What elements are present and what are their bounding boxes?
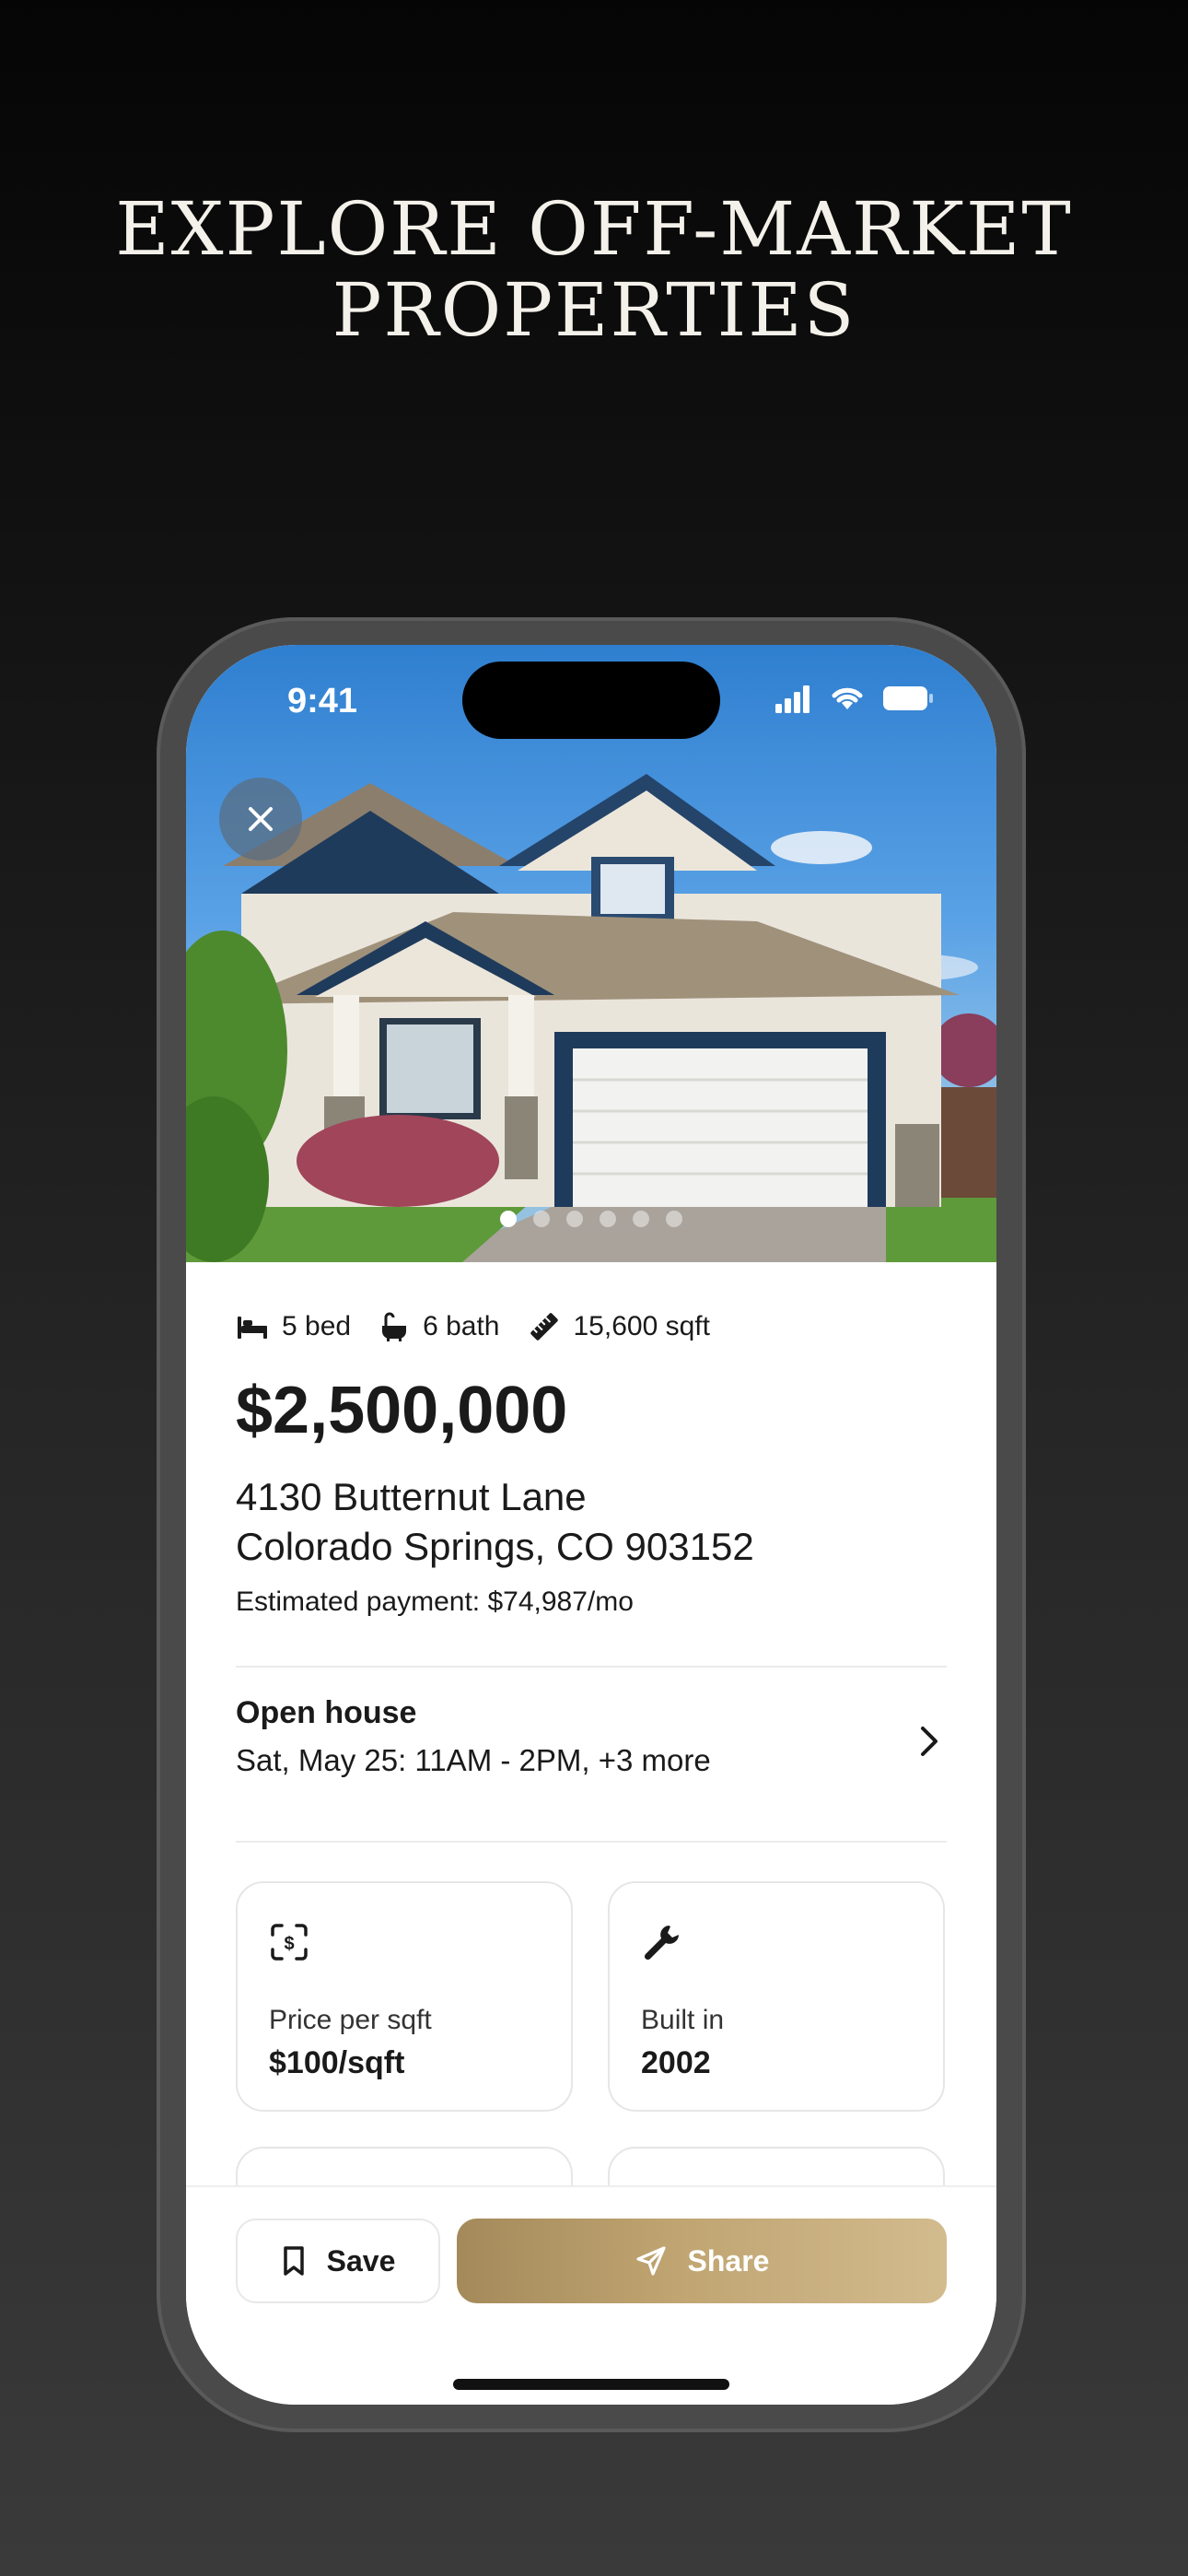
property-photo[interactable]: 9:41 xyxy=(186,645,996,1262)
divider xyxy=(236,1841,947,1843)
status-bar: 9:41 xyxy=(186,645,996,746)
share-button[interactable]: Share xyxy=(457,2219,947,2303)
pagination-dot[interactable] xyxy=(633,1211,649,1227)
fact-label: Price per sqft xyxy=(269,2005,432,2035)
fact-card-price-per-sqft: $ Price per sqft $100/sqft xyxy=(236,1881,573,2112)
divider xyxy=(236,1666,947,1668)
marketing-headline: EXPLORE OFF-MARKET PROPERTIES xyxy=(0,189,1188,351)
action-bar: Save Share xyxy=(186,2185,996,2405)
address-line-2: Colorado Springs, CO 903152 xyxy=(236,1525,754,1568)
svg-text:$: $ xyxy=(284,1934,294,1954)
bookmark-icon xyxy=(283,2246,304,2276)
fact-value: 2002 xyxy=(641,2045,711,2080)
photo-pagination-dots[interactable] xyxy=(186,1211,996,1227)
save-label: Save xyxy=(326,2243,396,2277)
dynamic-island xyxy=(462,662,720,739)
pagination-dot[interactable] xyxy=(666,1211,682,1227)
open-house-schedule: Sat, May 25: 11AM - 2PM, +3 more xyxy=(236,1743,711,1777)
sqft-label: 15,600 sqft xyxy=(573,1311,710,1341)
bathtub-icon xyxy=(382,1312,407,1341)
pagination-dot[interactable] xyxy=(533,1211,550,1227)
fact-label: Built in xyxy=(641,2005,725,2035)
spec-beds: 5 bed xyxy=(236,1311,351,1342)
chevron-right-icon xyxy=(921,1727,938,1756)
fact-value: $100/sqft xyxy=(269,2045,405,2080)
home-indicator[interactable] xyxy=(453,2379,729,2390)
beds-label: 5 bed xyxy=(282,1311,352,1341)
close-icon xyxy=(249,807,273,831)
fact-card-built-in: Built in 2002 xyxy=(608,1881,945,2112)
bed-icon xyxy=(238,1317,267,1339)
spec-sqft: 15,600 sqft xyxy=(528,1310,710,1343)
close-button[interactable] xyxy=(219,778,302,861)
wrench-icon xyxy=(644,1926,679,1961)
send-icon xyxy=(635,2246,666,2276)
battery-icon xyxy=(883,686,933,710)
listing-address: 4130 Butternut Lane Colorado Springs, CO… xyxy=(236,1472,754,1572)
baths-label: 6 bath xyxy=(423,1311,500,1341)
cellular-signal-icon xyxy=(775,685,809,713)
address-line-1: 4130 Butternut Lane xyxy=(236,1475,587,1518)
pagination-dot[interactable] xyxy=(500,1211,517,1227)
open-house-title: Open house xyxy=(236,1695,417,1730)
pagination-dot[interactable] xyxy=(600,1211,616,1227)
pagination-dot[interactable] xyxy=(566,1211,583,1227)
estimated-payment: Estimated payment: $74,987/mo xyxy=(236,1587,634,1617)
status-time: 9:41 xyxy=(287,682,358,720)
headline-line-2: PROPERTIES xyxy=(332,267,856,353)
phone-screen: 9:41 5 bed 6 bath 15,600 sqft $2,500,000… xyxy=(186,645,996,2405)
wifi-icon xyxy=(832,687,863,709)
headline-line-1: EXPLORE OFF-MARKET xyxy=(115,186,1073,272)
save-button[interactable]: Save xyxy=(236,2219,440,2303)
spec-baths: 6 bath xyxy=(379,1311,500,1342)
open-house-row[interactable]: Open house Sat, May 25: 11AM - 2PM, +3 m… xyxy=(236,1695,947,1797)
property-specs: 5 bed 6 bath 15,600 sqft xyxy=(236,1310,738,1343)
listing-price: $2,500,000 xyxy=(236,1374,568,1447)
ruler-icon xyxy=(530,1313,558,1341)
share-label: Share xyxy=(687,2243,770,2277)
dollar-scan-icon: $ xyxy=(271,1924,308,1961)
